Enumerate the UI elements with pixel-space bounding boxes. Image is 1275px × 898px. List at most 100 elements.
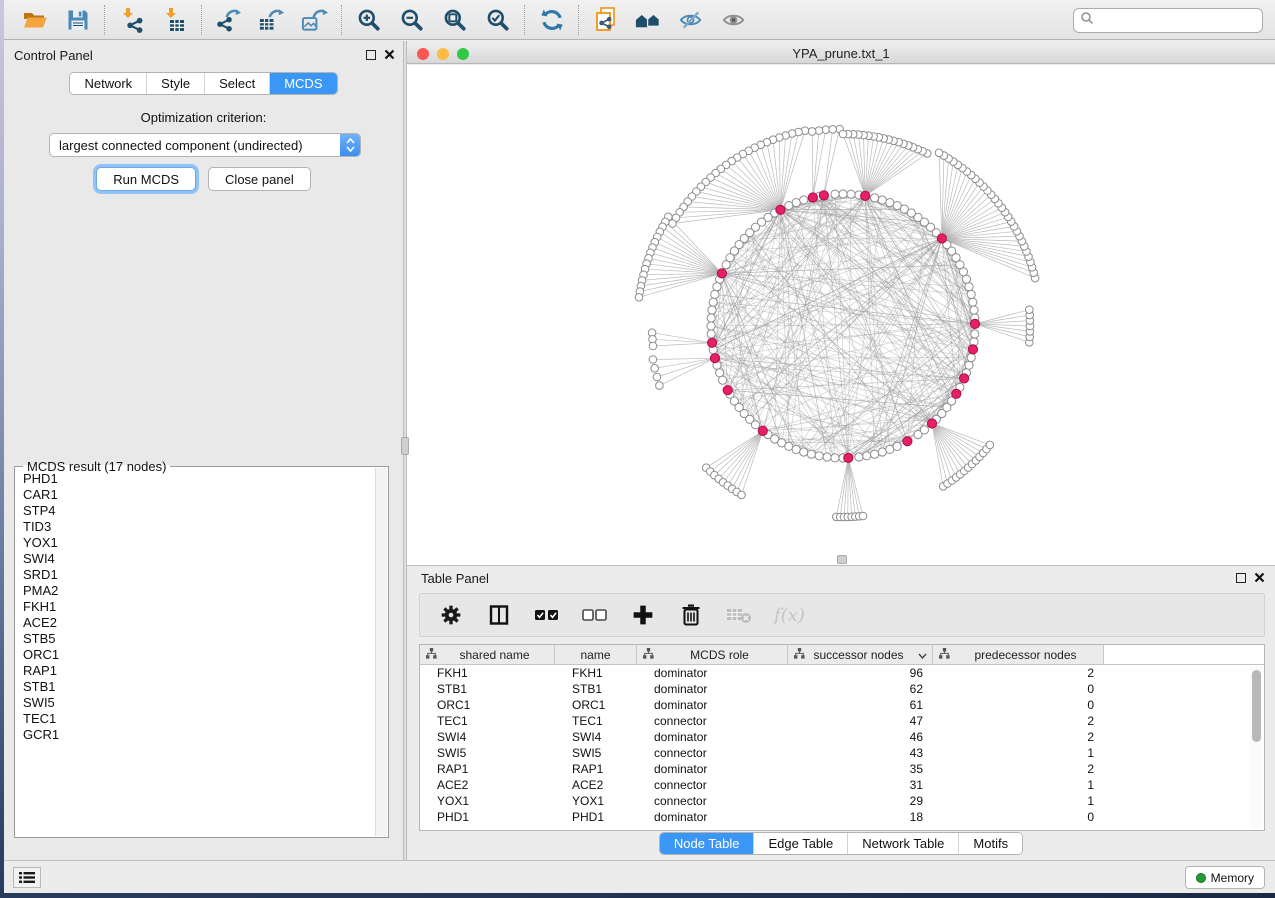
close-table-panel-icon[interactable] [1254,572,1265,584]
column-header-successor-nodes[interactable]: successor nodes [788,645,933,664]
result-node-item[interactable]: TEC1 [23,711,374,727]
leaf-node[interactable] [829,126,837,134]
add-icon[interactable] [630,602,656,628]
mcds-hub-node[interactable] [710,354,719,363]
leaf-node[interactable] [808,128,816,136]
ring-node[interactable] [708,306,716,314]
mcds-hub-node[interactable] [970,319,979,328]
table-cell[interactable]: SWI4 [420,729,555,745]
result-node-item[interactable]: SWI4 [23,551,374,567]
ring-node[interactable] [965,283,973,291]
import-table-icon[interactable] [161,6,188,33]
column-header-MCDS-role[interactable]: MCDS role [637,645,788,664]
ring-node[interactable] [785,202,793,210]
table-cell[interactable]: 46 [788,729,933,745]
table-cell[interactable]: STB1 [420,681,555,697]
table-cell[interactable]: 18 [788,809,933,825]
ring-node[interactable] [920,426,928,434]
table-row[interactable]: STB1STB1dominator620 [420,681,1264,697]
result-node-item[interactable]: FKH1 [23,599,374,615]
export-table-icon[interactable] [258,6,285,33]
column-header-name[interactable]: name [555,645,637,664]
table-cell[interactable]: ACE2 [420,777,555,793]
tab-motifs[interactable]: Motifs [958,833,1022,854]
ring-node[interactable] [863,452,871,460]
ring-node[interactable] [967,290,975,298]
table-cell[interactable]: 35 [788,761,933,777]
export-network-icon[interactable] [215,6,242,33]
leaf-node[interactable] [649,342,657,350]
ring-node[interactable] [800,448,808,456]
table-row[interactable]: SWI5SWI5connector431 [420,745,1264,761]
table-cell[interactable]: 62 [788,681,933,697]
table-cell[interactable]: 31 [788,777,933,793]
table-cell[interactable]: dominator [637,697,788,713]
table-cell[interactable]: connector [637,793,788,809]
ring-node[interactable] [709,298,717,306]
ring-node[interactable] [971,330,979,338]
settings-gear-icon[interactable] [438,602,464,628]
mcds-hub-node[interactable] [968,345,977,354]
ring-node[interactable] [751,421,759,429]
mcds-hub-node[interactable] [960,374,969,383]
table-cell[interactable]: 2 [933,665,1104,681]
result-node-item[interactable]: RAP1 [23,663,374,679]
deselect-all-icon[interactable] [582,602,608,628]
tab-node-table[interactable]: Node Table [660,833,754,854]
result-node-item[interactable]: STB5 [23,631,374,647]
ring-node[interactable] [871,194,879,202]
table-cell[interactable]: 0 [933,809,1104,825]
table-cell[interactable]: ORC1 [555,697,637,713]
result-node-item[interactable]: SWI5 [23,695,374,711]
first-neighbors-icon[interactable] [635,6,662,33]
mcds-hub-node[interactable] [708,338,717,347]
table-cell[interactable]: 29 [788,793,933,809]
leaf-node[interactable] [935,149,943,157]
table-scrollbar[interactable] [1250,666,1262,828]
close-panel-icon[interactable] [384,49,395,61]
network-titlebar[interactable]: YPA_prune.txt_1 [407,44,1275,64]
tab-edge-table[interactable]: Edge Table [753,833,847,854]
task-history-button[interactable] [13,867,41,888]
leaf-node[interactable] [986,441,994,449]
mcds-hub-node[interactable] [844,453,853,462]
export-image-icon[interactable] [301,6,328,33]
run-mcds-button[interactable]: Run MCDS [96,167,196,191]
table-cell[interactable]: FKH1 [555,665,637,681]
ring-node[interactable] [800,196,808,204]
mcds-hub-node[interactable] [937,234,946,243]
new-network-from-selection-icon[interactable] [592,6,619,33]
table-cell[interactable]: SWI4 [555,729,637,745]
table-cell[interactable]: 1 [933,745,1104,761]
save-icon[interactable] [64,6,91,33]
tab-network[interactable]: Network [70,73,146,94]
result-node-item[interactable]: GCR1 [23,727,374,743]
table-row[interactable]: PHD1PHD1dominator180 [420,809,1264,825]
ring-node[interactable] [711,290,719,298]
table-cell[interactable]: connector [637,713,788,729]
table-cell[interactable]: 1 [933,777,1104,793]
select-all-icon[interactable] [534,602,560,628]
result-node-item[interactable]: YOX1 [23,535,374,551]
ring-node[interactable] [823,453,831,461]
result-node-item[interactable]: CAR1 [23,487,374,503]
open-folder-icon[interactable] [21,6,48,33]
tab-mcds[interactable]: MCDS [269,73,336,94]
leaf-node[interactable] [653,373,661,381]
ring-node[interactable] [847,190,855,198]
table-cell[interactable]: TEC1 [555,713,637,729]
result-scrollbar[interactable] [375,468,387,836]
table-row[interactable]: SWI4SWI4dominator462 [420,729,1264,745]
ring-node[interactable] [886,199,894,207]
zoom-out-icon[interactable] [398,6,425,33]
search-input[interactable] [1094,11,1256,31]
ring-node[interactable] [970,306,978,314]
ring-node[interactable] [719,376,727,384]
table-row[interactable]: ACE2ACE2connector311 [420,777,1264,793]
table-cell[interactable]: ORC1 [420,697,555,713]
tab-style[interactable]: Style [146,73,204,94]
table-cell[interactable]: dominator [637,665,788,681]
ring-node[interactable] [969,298,977,306]
leaf-node[interactable] [738,491,746,499]
ring-node[interactable] [707,322,715,330]
